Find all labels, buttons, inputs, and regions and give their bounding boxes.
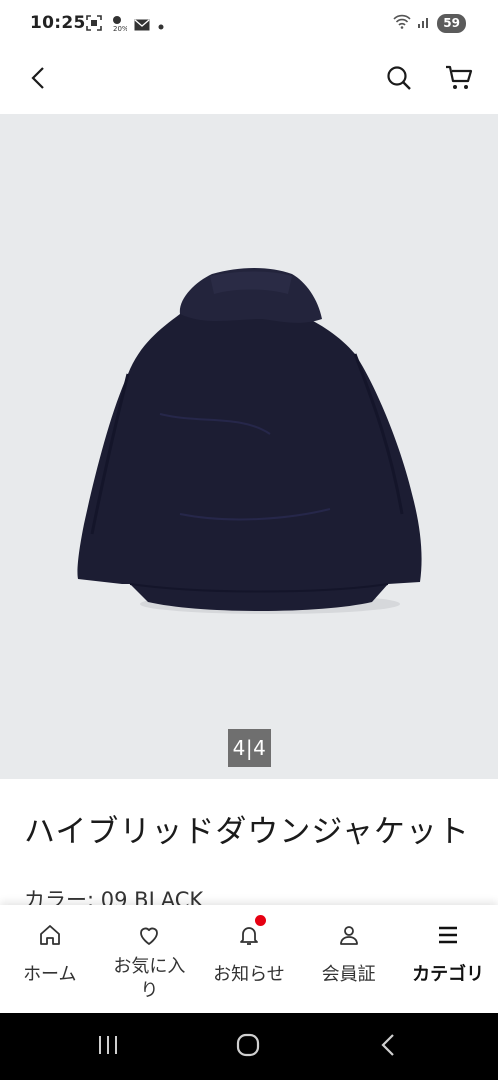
nav-label-home: ホーム (23, 964, 77, 985)
nav-item-home[interactable]: ホーム (0, 905, 100, 1013)
back-system-button[interactable] (368, 1031, 408, 1063)
image-counter: 4|4 (228, 729, 271, 767)
person-icon (335, 921, 363, 949)
nav-label-favorites: お気に入り (113, 956, 186, 1001)
cart-button[interactable] (439, 60, 479, 100)
home-icon (36, 921, 64, 949)
svg-text:20%: 20% (113, 25, 127, 32)
back-icon (31, 67, 45, 93)
nav-label-membership: 会員証 (321, 964, 376, 985)
back-button[interactable] (18, 60, 58, 100)
home-system-button[interactable] (228, 1031, 268, 1063)
nav-item-favorites[interactable]: お気に入り (100, 905, 200, 1013)
weather-icon: 20% (109, 14, 129, 36)
system-nav-bar (0, 1013, 498, 1080)
back-chevron-icon (381, 1034, 395, 1060)
dot-icon (157, 16, 165, 35)
status-icons-left: 20% (86, 14, 165, 36)
wifi-icon (393, 13, 411, 33)
nav-item-category[interactable]: カテゴリ (398, 905, 498, 1013)
status-bar: 10:25 20% 59 (0, 0, 498, 46)
status-icons-right: 59 (393, 13, 466, 33)
signal-icon (417, 14, 431, 33)
recent-apps-icon (97, 1035, 119, 1059)
search-icon (386, 65, 412, 95)
nav-item-membership[interactable]: 会員証 (299, 905, 399, 1013)
screenshot-icon (86, 15, 102, 35)
recent-apps-button[interactable] (88, 1031, 128, 1063)
notification-dot (255, 915, 267, 926)
jacket-illustration (77, 268, 422, 614)
mail-icon (134, 16, 150, 35)
cart-icon (445, 65, 473, 95)
nav-label-category: カテゴリ (412, 964, 485, 985)
battery-indicator: 59 (437, 13, 466, 33)
search-button[interactable] (379, 60, 419, 100)
nav-label-notifications: お知らせ (213, 964, 285, 985)
nav-item-notifications[interactable]: お知らせ (199, 905, 299, 1013)
heart-icon (135, 921, 163, 949)
menu-icon (434, 921, 462, 949)
app-header (0, 46, 498, 114)
bottom-nav: ホーム お気に入り お知らせ 会員証 カテゴリ (0, 905, 498, 1013)
home-circle-icon (236, 1033, 260, 1061)
product-image[interactable] (0, 114, 498, 779)
status-time: 10:25 (30, 13, 86, 33)
product-title: ハイブリッドダウンジャケット (24, 814, 470, 850)
